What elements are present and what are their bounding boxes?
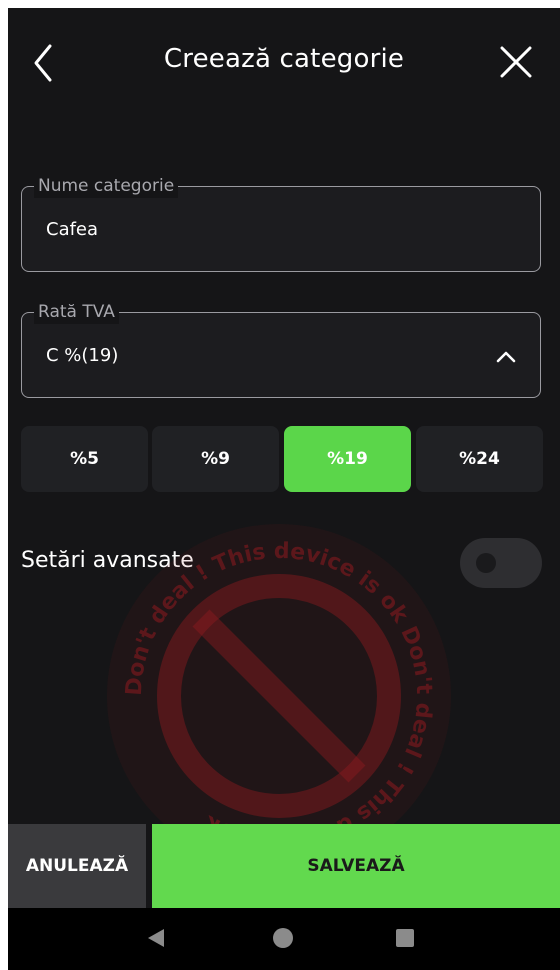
advanced-settings-label: Setări avansate [21,548,194,573]
vat-rate-select[interactable]: Rată TVA C %(19) [21,300,541,398]
vat-options: %5 %9 %19 %24 [21,426,543,492]
vat-rate-value: C %(19) [46,345,119,366]
vat-option-24[interactable]: %24 [416,426,543,492]
watermark-text: Don't deal ! This device is ok Don't dea… [122,539,436,853]
vat-option-5[interactable]: %5 [21,426,148,492]
svg-text:Don't deal ! This device is ok: Don't deal ! This device is ok Don't dea… [122,539,436,853]
advanced-settings-toggle[interactable] [460,538,542,588]
toggle-knob [476,553,496,573]
vat-option-19[interactable]: %19 [284,426,411,492]
save-button[interactable]: SALVEAZĂ [152,824,560,908]
nav-recent-icon[interactable] [396,929,414,947]
cancel-button[interactable]: ANULEAZĂ [8,824,146,908]
screen: Creează categorie Nume categorie Cafea R… [8,8,560,970]
header: Creează categorie [8,8,560,118]
category-name-value: Cafea [46,219,99,240]
category-name-label: Nume categorie [34,174,179,198]
close-button[interactable] [494,40,538,84]
page-title: Creează categorie [163,44,405,74]
category-name-field[interactable]: Nume categorie Cafea [21,174,541,272]
vat-option-9[interactable]: %9 [152,426,279,492]
system-nav-bar [8,908,560,970]
nav-back-icon[interactable] [146,927,166,949]
vat-rate-label: Rată TVA [34,300,119,324]
nav-home-icon[interactable] [273,928,293,948]
chevron-up-icon [496,351,516,363]
close-icon [500,46,532,78]
